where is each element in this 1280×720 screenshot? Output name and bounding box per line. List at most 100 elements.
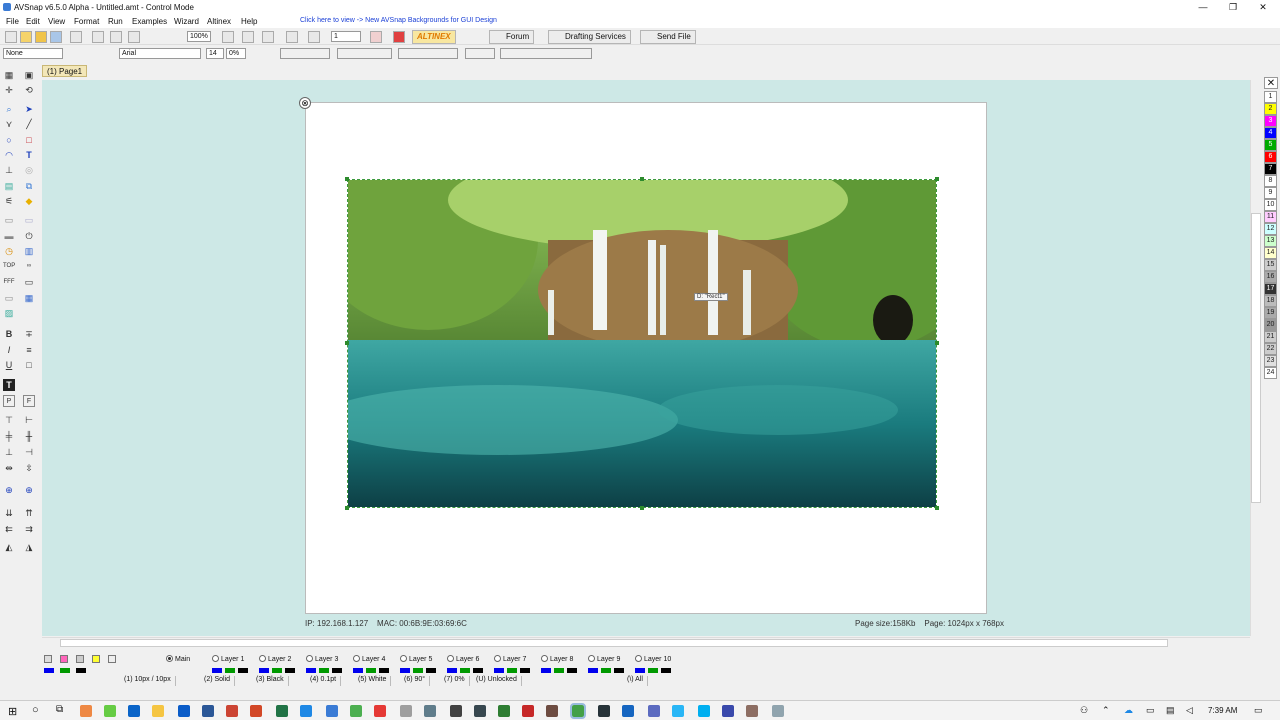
print-icon[interactable] (110, 31, 122, 43)
app-icon-18[interactable] (722, 705, 734, 717)
fit-icon[interactable] (222, 31, 234, 43)
layer-6-radio[interactable] (447, 655, 454, 662)
close-button[interactable]: ✕ (1248, 0, 1278, 15)
property-7[interactable]: (7) 0% (440, 676, 470, 686)
layer-3[interactable]: Layer 3 (306, 655, 338, 663)
palette-swatch-24[interactable]: 24 (1264, 367, 1277, 379)
text-style-icon[interactable]: T (3, 379, 15, 391)
altinex-button[interactable]: ALTINEX (412, 30, 456, 44)
onedrive-icon[interactable]: ☁ (1124, 705, 1133, 716)
skype-icon[interactable] (698, 705, 710, 717)
app-icon-17[interactable] (672, 705, 684, 717)
palette-swatch-9[interactable]: 9 (1264, 187, 1277, 199)
layer-1-radio[interactable] (212, 655, 219, 662)
menu-edit[interactable]: Edit (26, 17, 40, 26)
menu-file[interactable]: File (6, 17, 19, 26)
app-icon-9[interactable] (450, 705, 462, 717)
page-view-icon[interactable]: ▣ (23, 69, 35, 81)
polyline-icon[interactable]: ⋎ (3, 118, 15, 130)
palette-swatch-16[interactable]: 16 (1264, 271, 1277, 283)
app-icon-2[interactable] (104, 705, 116, 717)
flip-v-icon[interactable]: ◭ (3, 541, 15, 553)
arc-icon[interactable]: ◠ (3, 149, 15, 161)
page-select[interactable]: 1 (331, 31, 361, 42)
menu-help[interactable]: Help (241, 17, 257, 26)
outlook-icon[interactable] (178, 705, 190, 717)
fff-tool-icon[interactable]: FFF (3, 276, 15, 288)
layer-10-radio[interactable] (635, 655, 642, 662)
app-icon-11[interactable] (498, 705, 510, 717)
layer-2[interactable]: Layer 2 (259, 655, 291, 663)
notifications-icon[interactable]: ▭ (1254, 705, 1263, 716)
layer-main[interactable]: Main (166, 655, 190, 663)
style-select[interactable]: None (3, 48, 63, 59)
app-icon-19[interactable] (746, 705, 758, 717)
resize-handle-bl[interactable] (345, 506, 349, 510)
property-1[interactable]: (1) 10px / 10px (120, 676, 176, 686)
power-icon[interactable]: ⏻ (23, 230, 35, 242)
order-back-icon[interactable]: ⇈ (23, 507, 35, 519)
page-anchor-icon[interactable]: ⊗ (299, 97, 311, 109)
backgrounds-link[interactable]: Click here to view -> New AVSnap Backgro… (300, 17, 497, 24)
palette-swatch-8[interactable]: 8 (1264, 175, 1277, 187)
layer-5-radio[interactable] (400, 655, 407, 662)
p-icon[interactable]: P (3, 395, 15, 407)
app-icon-10[interactable] (474, 705, 486, 717)
palette-swatch-22[interactable]: 22 (1264, 343, 1277, 355)
palette-swatch-7[interactable]: 7 (1264, 163, 1277, 175)
search-icon[interactable]: ○ (32, 704, 39, 716)
powerpoint-icon[interactable] (250, 705, 262, 717)
task-view-icon[interactable]: ⧉ (56, 704, 63, 715)
red-tool-icon[interactable] (370, 31, 382, 43)
palette-swatch-14[interactable]: 14 (1264, 247, 1277, 259)
clone-icon[interactable]: ⧉ (23, 180, 35, 192)
palette-swatch-19[interactable]: 19 (1264, 307, 1277, 319)
avsnap-taskbar-icon[interactable] (570, 703, 586, 719)
palette-swatch-17[interactable]: 17 (1264, 283, 1277, 295)
app-icon-5[interactable] (350, 705, 362, 717)
resize-handle-b[interactable] (640, 506, 644, 510)
menu-format[interactable]: Format (74, 17, 99, 26)
property-2[interactable]: (2) Solid (200, 676, 236, 686)
property-6[interactable]: (6) 90° (400, 676, 431, 686)
layer-5[interactable]: Layer 5 (400, 655, 432, 663)
align-center-v-icon[interactable]: ╪ (3, 430, 15, 442)
new-icon[interactable] (5, 31, 17, 43)
excel-icon[interactable] (276, 705, 288, 717)
palette-swatch-1[interactable]: 1 (1264, 91, 1277, 103)
empty-field-1[interactable] (280, 48, 330, 59)
layer-9-radio[interactable] (588, 655, 595, 662)
line-icon[interactable]: ╱ (23, 118, 35, 130)
battery-icon[interactable]: ▭ (1146, 705, 1155, 716)
empty-field-5[interactable] (500, 48, 592, 59)
drafting-services-button[interactable]: Drafting Services (548, 30, 631, 44)
percent-field[interactable]: 0% (226, 48, 246, 59)
button-tool-icon[interactable]: ▭ (3, 214, 15, 226)
text-icon[interactable]: T (23, 149, 35, 161)
palette-swatch-3[interactable]: 3 (1264, 115, 1277, 127)
zoom-field[interactable]: 100% (187, 31, 211, 42)
network-icon[interactable]: ▤ (1166, 705, 1175, 716)
app-icon-8[interactable] (424, 705, 436, 717)
chrome-icon[interactable] (80, 705, 92, 717)
taskbar-clock[interactable]: 7:39 AM (1208, 706, 1237, 715)
layer-tool-icon-1[interactable] (44, 655, 52, 663)
layer-4-radio[interactable] (353, 655, 360, 662)
circle-icon[interactable]: ○ (3, 134, 15, 146)
menu-run[interactable]: Run (108, 17, 123, 26)
send-file-button[interactable]: Send File (640, 30, 696, 44)
app-icon-16[interactable] (648, 705, 660, 717)
property-4[interactable]: (4) 0.1pt (306, 676, 342, 686)
word-icon[interactable] (202, 705, 214, 717)
app-icon-4[interactable] (326, 705, 338, 717)
volume-icon[interactable]: ◁ (1186, 705, 1193, 716)
layer-tool-icon-3[interactable] (76, 655, 84, 663)
people-icon[interactable]: ⚇ (1080, 705, 1088, 716)
layer-2-radio[interactable] (259, 655, 266, 662)
table-tool-icon[interactable]: ▦ (23, 292, 35, 304)
palette-swatch-15[interactable]: 15 (1264, 259, 1277, 271)
f-icon[interactable]: F (23, 395, 35, 407)
font-size-field[interactable]: 14 (206, 48, 224, 59)
file-explorer-icon[interactable] (152, 705, 164, 717)
resize-handle-r[interactable] (935, 341, 939, 345)
